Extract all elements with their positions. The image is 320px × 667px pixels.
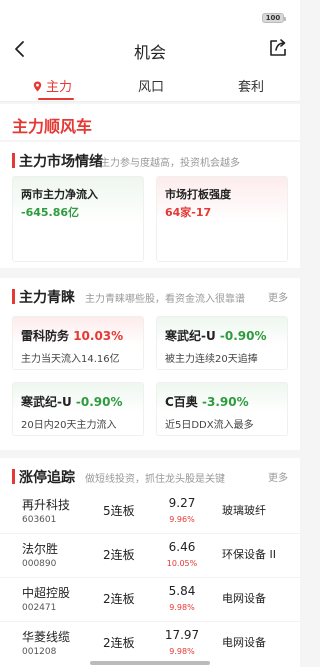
section-subtitle: 主力参与度越高，投资机会越多	[100, 158, 240, 169]
stock-code: 000890	[22, 559, 57, 569]
tab-main-force-label: 主力	[46, 80, 73, 95]
stock-name: C百奥	[165, 395, 198, 409]
section-subtitle: 主力青睐哪些股，看资金流入很靠谱	[85, 294, 245, 305]
tab-bar: 主力 风口 套利	[0, 68, 300, 102]
consecutive-limit: 2连板	[103, 548, 135, 562]
stock-change: -3.90%	[202, 395, 249, 409]
stock-change: 10.03%	[73, 329, 124, 343]
section-marker	[12, 469, 15, 484]
status-bar: 100	[0, 0, 300, 30]
hero-banner: 主力顺风车	[0, 104, 300, 140]
more-link[interactable]: 更多	[268, 469, 288, 484]
favored-stock-card[interactable]: C百奥 -3.90% 近5日DDX流入最多	[156, 382, 288, 436]
favored-stocks-section: 主力青睐 主力青睐哪些股，看资金流入很靠谱 更多 雷科防务 10.03% 主力当…	[0, 278, 300, 450]
limit-strength-card[interactable]: 市场打板强度 64家-17	[156, 176, 288, 262]
tab-arbitrage[interactable]: 套利	[238, 76, 264, 95]
stock-name: 法尔胜	[22, 542, 59, 556]
stock-name: 华菱线缆	[22, 630, 71, 644]
stock-change: 9.96%	[169, 515, 195, 524]
stock-name-and-change: 雷科防务 10.03%	[21, 327, 123, 344]
stock-name: 雷科防务	[21, 329, 70, 343]
stock-reason: 近5日DDX流入最多	[165, 420, 254, 431]
net-inflow-value: -645.86亿	[21, 206, 80, 219]
share-icon[interactable]	[268, 38, 288, 58]
stock-name-and-change: 寒武纪-U -0.90%	[165, 327, 267, 344]
stock-change: -0.90%	[75, 395, 123, 409]
net-inflow-card[interactable]: 两市主力净流入 -645.86亿	[12, 176, 144, 262]
stock-reason: 被主力连续20天追捧	[165, 354, 258, 365]
table-row[interactable]: 中超控股 002471 2连板 5.84 9.98% 电网设备	[0, 578, 300, 622]
table-row[interactable]: 华菱线缆 001208 2连板 17.97 9.98% 电网设备	[0, 622, 300, 666]
favored-stock-card[interactable]: 雷科防务 10.03% 主力当天流入14.16亿	[12, 316, 144, 370]
stock-change: 10.05%	[166, 559, 198, 568]
favored-stock-card[interactable]: 寒武纪-U -0.90% 20日内20天主力流入	[12, 382, 144, 436]
stock-name: 寒武纪-U	[21, 395, 72, 409]
limit-up-section: 涨停追踪 做短线投资，抓住龙头股是关键 更多 再升科技 603601 5连板 9…	[0, 458, 300, 667]
stock-reason: 20日内20天主力流入	[21, 420, 117, 431]
section-marker	[12, 289, 15, 304]
stock-change: 9.98%	[169, 603, 195, 612]
section-title: 主力市场情绪	[19, 154, 103, 170]
consecutive-limit: 2连板	[103, 592, 135, 606]
stock-name-and-change: 寒武纪-U -0.90%	[21, 393, 123, 410]
more-link[interactable]: 更多	[268, 289, 288, 304]
stock-price: 5.84	[168, 584, 196, 598]
table-row[interactable]: 法尔胜 000890 2连板 6.46 10.05% 环保设备 II	[0, 534, 300, 578]
hero-title: 主力顺风车	[12, 117, 93, 136]
stock-reason: 主力当天流入14.16亿	[21, 354, 120, 365]
stock-price: 17.97	[164, 628, 200, 642]
sector-name: 电网设备	[222, 592, 266, 605]
battery-icon: 100	[262, 13, 286, 23]
stock-name: 中超控股	[22, 586, 71, 600]
net-inflow-label: 两市主力净流入	[21, 188, 98, 201]
section-title: 主力青睐	[19, 290, 75, 306]
limit-strength-label: 市场打板强度	[165, 188, 231, 201]
stock-code: 603601	[22, 515, 57, 525]
market-sentiment-section: 主力市场情绪 主力参与度越高，投资机会越多 两市主力净流入 -645.86亿 市…	[0, 142, 300, 268]
active-tab-indicator	[38, 98, 74, 100]
consecutive-limit: 5连板	[103, 504, 135, 518]
stock-price: 9.27	[168, 496, 196, 510]
section-title: 涨停追踪	[19, 470, 75, 486]
home-indicator	[90, 661, 210, 665]
stock-price: 6.46	[168, 540, 196, 554]
sector-name: 环保设备 II	[222, 548, 276, 561]
location-pin-icon	[33, 81, 42, 92]
sector-name: 电网设备	[222, 636, 266, 649]
section-marker	[12, 153, 15, 168]
stock-change: 9.98%	[169, 647, 195, 656]
stock-name: 再升科技	[22, 498, 71, 512]
page-title: 机会	[133, 43, 166, 62]
sector-name: 玻璃玻纤	[222, 504, 266, 517]
favored-stock-card[interactable]: 寒武纪-U -0.90% 被主力连续20天追捧	[156, 316, 288, 370]
limit-strength-value: 64家-17	[165, 206, 212, 219]
nav-bar: 机会	[0, 30, 300, 68]
tab-main-force[interactable]: 主力	[33, 76, 72, 95]
stock-code: 001208	[22, 647, 57, 657]
consecutive-limit: 2连板	[103, 636, 135, 650]
stock-code: 002471	[22, 603, 57, 613]
stock-change: -0.90%	[219, 329, 267, 343]
table-row[interactable]: 再升科技 603601 5连板 9.27 9.96% 玻璃玻纤	[0, 490, 300, 534]
stock-name-and-change: C百奥 -3.90%	[165, 393, 249, 410]
stock-name: 寒武纪-U	[165, 329, 216, 343]
tab-wind[interactable]: 风口	[138, 76, 164, 95]
section-subtitle: 做短线投资，抓住龙头股是关键	[85, 474, 225, 485]
